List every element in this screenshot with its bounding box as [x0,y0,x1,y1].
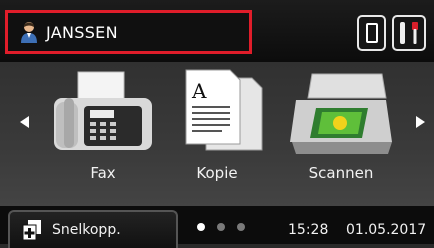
clock-time: 15:28 [288,222,329,238]
settings-button[interactable] [392,15,426,51]
shortcuts-button[interactable]: Snelkopp. [8,210,178,248]
shortcuts-label: Snelkopp. [52,222,121,238]
tile-copy-label: Kopie [196,164,238,182]
current-date: 01.05.2017 [346,222,427,238]
page-dot[interactable] [197,223,205,231]
tile-fax-label: Fax [90,164,116,182]
device-icon [365,23,378,43]
copy-documents-icon: A [185,69,263,151]
user-account-button[interactable]: JANSSEN [5,10,252,54]
shortcut-add-icon [22,220,41,241]
page-dot[interactable] [217,223,225,231]
scroll-right-arrow[interactable] [416,116,425,128]
user-name: JANSSEN [46,22,118,42]
tile-scan-label: Scannen [308,164,374,182]
tools-icon [400,22,418,44]
tile-scan[interactable]: Scannen [282,68,400,190]
svg-text:A: A [191,79,207,103]
page-dot[interactable] [237,223,245,231]
flatbed-scanner-icon [290,73,392,154]
user-avatar-icon [21,22,37,43]
tile-copy[interactable]: A Kopie [158,68,276,190]
fax-machine-icon [54,71,152,150]
top-bar: JANSSEN [0,0,434,62]
scroll-left-arrow[interactable] [20,116,29,128]
tile-fax[interactable]: Fax [44,68,162,190]
device-info-button[interactable] [357,15,386,51]
